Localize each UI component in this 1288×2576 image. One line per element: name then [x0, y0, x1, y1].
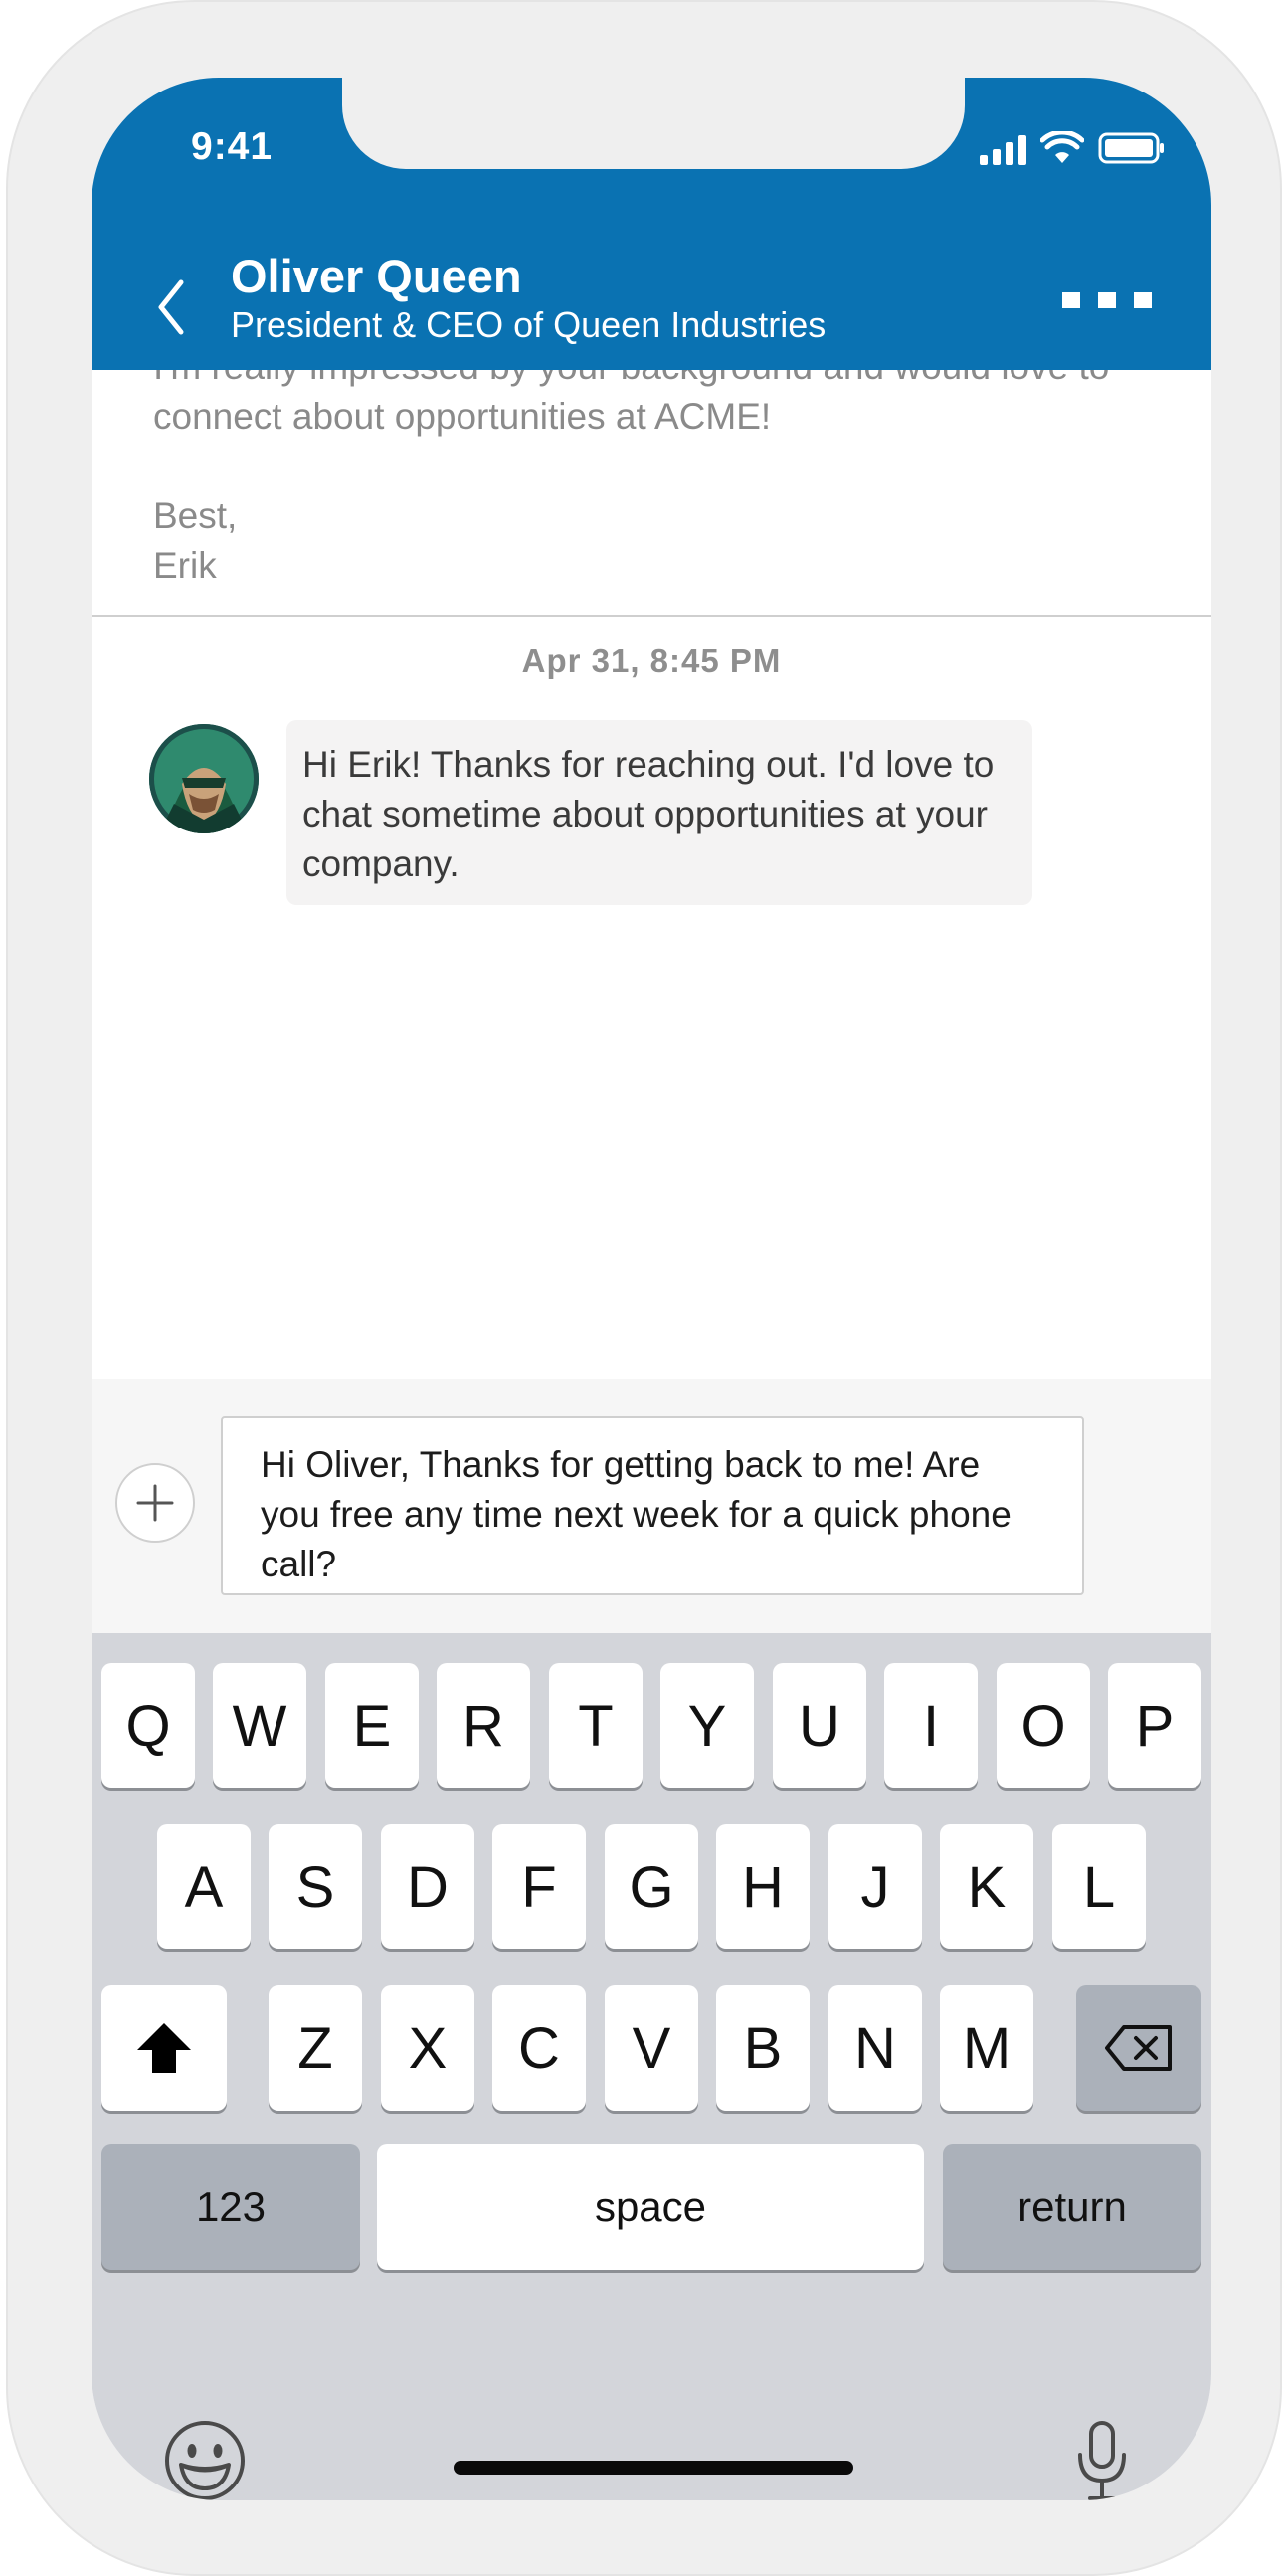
key-y[interactable]: Y — [660, 1663, 754, 1788]
keyboard: Q W E R T Y U I O P A S D F G H J K L Z … — [92, 1633, 1211, 2500]
key-f[interactable]: F — [492, 1824, 586, 1949]
key-a[interactable]: A — [157, 1824, 251, 1949]
device-notch — [342, 78, 965, 169]
back-button[interactable] — [145, 273, 195, 342]
delete-backward-icon — [1105, 2025, 1172, 2071]
more-dot-icon — [1134, 292, 1152, 308]
key-g[interactable]: G — [605, 1824, 698, 1949]
key-z[interactable]: Z — [269, 1985, 362, 2111]
key-v[interactable]: V — [605, 1985, 698, 2111]
emoji-button[interactable] — [163, 2419, 247, 2500]
backspace-key[interactable] — [1076, 1985, 1201, 2111]
more-dot-icon — [1062, 292, 1080, 308]
space-key[interactable]: space — [377, 2144, 924, 2270]
wifi-icon — [1040, 131, 1084, 163]
key-s[interactable]: S — [269, 1824, 362, 1949]
contact-name[interactable]: Oliver Queen — [231, 249, 522, 303]
message-input[interactable]: Hi Oliver, Thanks for getting back to me… — [221, 1416, 1084, 1595]
battery-icon — [1098, 132, 1164, 164]
key-c[interactable]: C — [492, 1985, 586, 2111]
previous-message-text: I'm really impressed by your background … — [153, 370, 1109, 586]
status-time: 9:41 — [191, 125, 274, 168]
key-w[interactable]: W — [213, 1663, 306, 1788]
key-m[interactable]: M — [940, 1985, 1033, 2111]
numbers-key[interactable]: 123 — [101, 2144, 360, 2270]
phone-screen: 9:41 Oliver Queen President & CEO of Que… — [92, 78, 1211, 2500]
emoji-icon — [165, 2421, 245, 2500]
status-icons — [980, 129, 1166, 165]
add-attachment-button[interactable] — [115, 1463, 195, 1543]
key-e[interactable]: E — [325, 1663, 419, 1788]
received-message-bubble: Hi Erik! Thanks for reaching out. I'd lo… — [286, 720, 1032, 905]
key-p[interactable]: P — [1108, 1663, 1201, 1788]
key-b[interactable]: B — [716, 1985, 810, 2111]
key-k[interactable]: K — [940, 1824, 1033, 1949]
message-timestamp: Apr 31, 8:45 PM — [521, 643, 782, 679]
previous-message: I'm really impressed by your background … — [92, 370, 1211, 617]
key-l[interactable]: L — [1052, 1824, 1146, 1949]
phone-frame: 9:41 Oliver Queen President & CEO of Que… — [6, 0, 1282, 2576]
contact-headline: President & CEO of Queen Industries — [231, 304, 827, 345]
key-q[interactable]: Q — [101, 1663, 195, 1788]
shift-arrow-icon — [137, 2023, 191, 2073]
key-x[interactable]: X — [381, 1985, 474, 2111]
key-i[interactable]: I — [884, 1663, 978, 1788]
avatar-image — [149, 724, 259, 833]
home-indicator[interactable] — [454, 2461, 853, 2475]
more-options-button[interactable] — [1062, 280, 1152, 320]
microphone-icon — [1078, 2421, 1126, 2500]
chevron-left-icon — [158, 279, 184, 335]
key-n[interactable]: N — [828, 1985, 922, 2111]
return-key[interactable]: return — [943, 2144, 1201, 2270]
plus-icon — [136, 1484, 174, 1522]
compose-bar: Hi Oliver, Thanks for getting back to me… — [92, 1379, 1211, 1633]
dictation-button[interactable] — [1072, 2419, 1132, 2500]
cellular-signal-icon — [980, 133, 1026, 165]
key-t[interactable]: T — [549, 1663, 643, 1788]
key-j[interactable]: J — [828, 1824, 922, 1949]
key-r[interactable]: R — [437, 1663, 530, 1788]
key-d[interactable]: D — [381, 1824, 474, 1949]
key-h[interactable]: H — [716, 1824, 810, 1949]
more-dot-icon — [1098, 292, 1116, 308]
key-o[interactable]: O — [997, 1663, 1090, 1788]
avatar[interactable] — [149, 724, 259, 833]
key-u[interactable]: U — [773, 1663, 866, 1788]
conversation-header: 9:41 Oliver Queen President & CEO of Que… — [92, 78, 1211, 370]
shift-key[interactable] — [101, 1985, 227, 2111]
